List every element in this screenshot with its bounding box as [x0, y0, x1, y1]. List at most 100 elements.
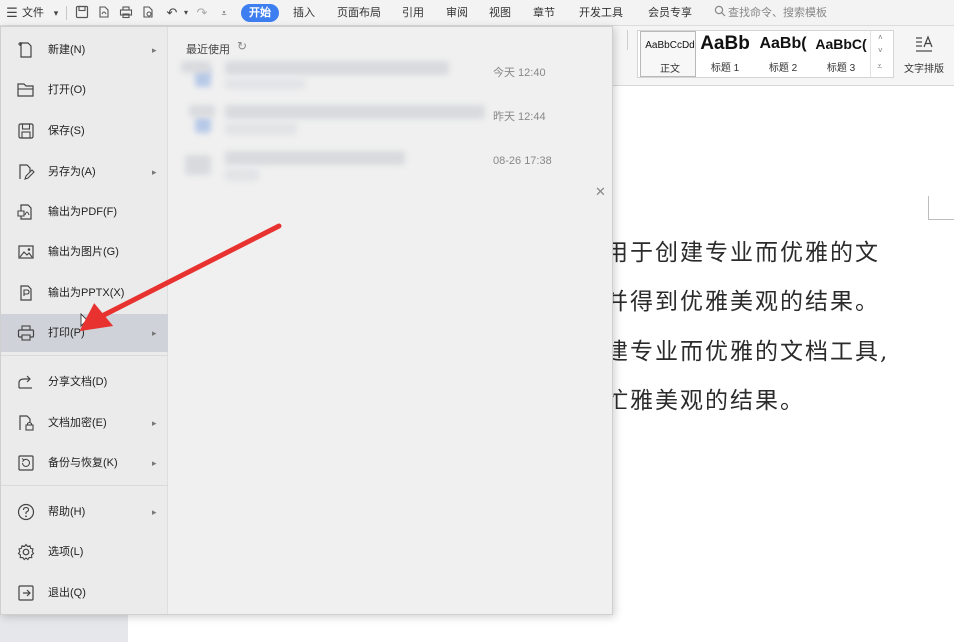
menu-item-share[interactable]: 分享文档(D): [1, 363, 168, 401]
submenu-arrow-icon: ▸: [152, 507, 157, 517]
print-toolbar-icon[interactable]: [118, 5, 134, 21]
style-name-label: 标题 3: [826, 63, 856, 74]
ribbon-group-edge: [614, 30, 628, 50]
tab-view[interactable]: 视图: [489, 0, 511, 26]
ribbon-styles-area: AaBbCcDd 正文 AaBb 标题 1 AaBb( 标题 2 AaBbC( …: [612, 26, 954, 86]
print-preview-toolbar-icon[interactable]: [140, 5, 156, 21]
submenu-arrow-icon: ▸: [152, 45, 157, 55]
menu-item-label: 帮助(H): [48, 506, 86, 518]
document-text-line[interactable]: 用于创建专业而优雅的文: [605, 233, 880, 267]
menu-item-save-as[interactable]: 另存为(A) ▸: [1, 153, 168, 191]
undo-dropdown-icon[interactable]: ▾: [178, 5, 194, 21]
document-text-line[interactable]: 忙雅美观的结果。: [605, 381, 805, 415]
recent-file-time: 08-26 17:38: [493, 155, 552, 167]
style-sample-text: AaBbCcDd: [645, 40, 695, 51]
style-name-label: 正文: [660, 64, 680, 75]
menu-item-new[interactable]: 新建(N) ▸: [1, 31, 168, 69]
top-menu-bar: ☰ 文件 ▾ ↶ ▾ ↷ ⩡ 开始 插入 页面布局 引用 审阅 视图 章节 开发…: [0, 0, 954, 26]
redo-icon[interactable]: ↷: [194, 5, 210, 21]
text-layout-label: 文字排版: [904, 64, 944, 75]
save-toolbar-icon[interactable]: [74, 5, 90, 21]
remove-recent-close-icon[interactable]: ✕: [595, 185, 606, 199]
document-text-line[interactable]: 并得到优雅美观的结果。: [605, 282, 880, 316]
menu-divider: [1, 355, 168, 356]
open-folder-icon: [17, 83, 34, 97]
tab-start[interactable]: 开始: [241, 4, 279, 22]
menu-item-label: 打开(O): [48, 84, 86, 96]
menu-item-label: 分享文档(D): [48, 376, 108, 388]
style-name-label: 标题 1: [710, 63, 740, 74]
recent-file-item[interactable]: 08-26 17:38: [179, 139, 599, 183]
file-type-icon: [195, 117, 211, 133]
command-search-input[interactable]: 查找命令、搜索模板: [728, 0, 827, 26]
menu-item-open[interactable]: 打开(O): [1, 71, 168, 109]
share-icon: [18, 375, 32, 389]
menu-item-export-image[interactable]: 输出为图片(G): [1, 233, 168, 271]
style-heading-1[interactable]: AaBb 标题 1: [696, 31, 754, 77]
recent-file-item[interactable]: 今天 12:40: [179, 51, 599, 95]
options-gear-icon: [17, 543, 35, 561]
mouse-cursor-icon: [80, 313, 90, 329]
menu-item-options[interactable]: 选项(L): [1, 533, 168, 571]
encrypt-icon: [19, 415, 34, 431]
styles-gallery-scroll[interactable]: ˄ ˅ ⩡: [870, 31, 893, 77]
toolbar-separator: [66, 6, 67, 20]
chevron-up-icon[interactable]: ˄: [878, 33, 883, 42]
menu-item-backup-restore[interactable]: 备份与恢复(K) ▸: [1, 444, 168, 482]
menu-item-label: 退出(Q): [48, 587, 86, 599]
new-document-icon: [18, 42, 32, 58]
tab-review[interactable]: 审阅: [446, 0, 468, 26]
style-normal[interactable]: AaBbCcDd 正文: [640, 31, 696, 77]
style-name-label: 标题 2: [768, 63, 798, 74]
recent-file-time: 今天 12:40: [493, 67, 546, 79]
tab-insert[interactable]: 插入: [293, 0, 315, 26]
menu-item-label: 选项(L): [48, 546, 84, 558]
submenu-arrow-icon: ▸: [152, 328, 157, 338]
menu-item-export-pptx[interactable]: 输出为PPTX(X): [1, 274, 168, 312]
menu-item-label: 保存(S): [48, 125, 85, 137]
page-corner-mark: [928, 196, 954, 220]
submenu-arrow-icon: ▸: [152, 167, 157, 177]
file-menu-chevron-down-icon[interactable]: ▾: [48, 5, 64, 21]
menu-item-exit[interactable]: 退出(Q): [1, 574, 168, 612]
tab-member-exclusive[interactable]: 会员专享: [648, 0, 692, 26]
menu-item-label: 文档加密(E): [48, 417, 107, 429]
file-menu-popup: 新建(N) ▸ 打开(O) 保存(S) 另存为(A) ▸ 输出为PDF(F) 输…: [0, 26, 613, 615]
tab-page-layout[interactable]: 页面布局: [337, 0, 381, 26]
menu-item-encrypt[interactable]: 文档加密(E) ▸: [1, 404, 168, 442]
menu-item-label: 另存为(A): [48, 166, 96, 178]
file-menu-button[interactable]: 文件: [22, 0, 44, 26]
menu-item-export-pdf[interactable]: 输出为PDF(F): [1, 193, 168, 231]
text-layout-button[interactable]: 文字排版: [896, 30, 952, 78]
style-heading-3[interactable]: AaBbC( 标题 3: [812, 31, 870, 77]
search-icon[interactable]: [712, 5, 728, 21]
menu-item-label: 备份与恢复(K): [48, 457, 118, 469]
blurred-file-name: [225, 61, 449, 75]
menu-item-label: 输出为图片(G): [48, 246, 119, 258]
submenu-arrow-icon: ▸: [152, 418, 157, 428]
style-sample-text: AaBb: [700, 33, 750, 54]
document-text-line[interactable]: 建专业而优雅的文档工具,: [605, 332, 889, 366]
blurred-file-path: [225, 123, 297, 135]
customize-toolbar-icon[interactable]: ⩡: [216, 5, 232, 21]
menu-divider: [1, 485, 168, 486]
submenu-arrow-icon: ▸: [152, 458, 157, 468]
tab-developer-tools[interactable]: 开发工具: [579, 0, 623, 26]
text-layout-icon: [914, 34, 934, 54]
menu-item-label: 输出为PDF(F): [48, 206, 118, 218]
print-icon: [17, 325, 35, 341]
tab-section[interactable]: 章节: [533, 0, 555, 26]
export-pdf-toolbar-icon[interactable]: [96, 5, 112, 21]
blurred-file-name: [225, 151, 405, 165]
tab-references[interactable]: 引用: [402, 0, 424, 26]
style-heading-2[interactable]: AaBb( 标题 2: [754, 31, 812, 77]
save-as-icon: [19, 164, 35, 180]
menu-item-save[interactable]: 保存(S): [1, 112, 168, 150]
recent-file-item[interactable]: 昨天 12:44: [179, 95, 599, 139]
hamburger-menu-icon[interactable]: ☰: [4, 5, 20, 21]
menu-item-help[interactable]: 帮助(H) ▸: [1, 493, 168, 531]
menu-item-label: 输出为PPTX(X): [48, 287, 125, 299]
menu-item-label: 新建(N): [48, 44, 86, 56]
gallery-expand-icon[interactable]: ⩡: [877, 61, 882, 72]
chevron-down-icon[interactable]: ˅: [878, 46, 883, 55]
